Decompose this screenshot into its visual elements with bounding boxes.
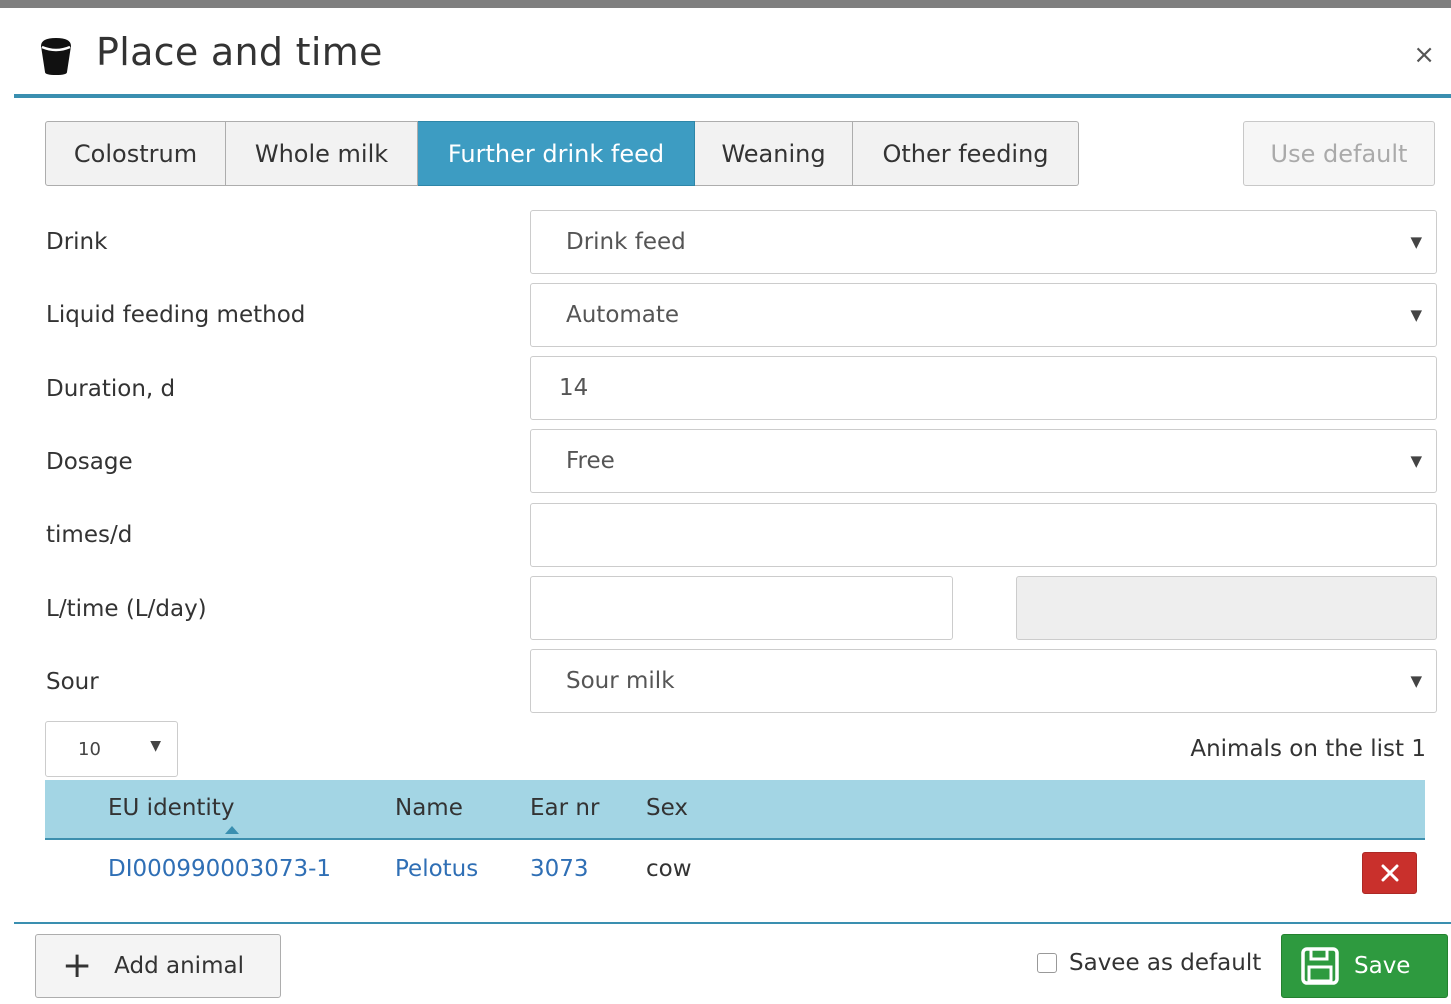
use-default-button[interactable]: Use default xyxy=(1243,121,1435,186)
plus-icon: + xyxy=(62,945,93,986)
times-per-day-input[interactable] xyxy=(530,503,1437,567)
header-divider xyxy=(14,94,1451,98)
table-header: EU identity Name Ear nr Sex xyxy=(45,780,1425,840)
bucket-icon xyxy=(41,38,71,75)
sour-select[interactable]: Sour milk ▼ xyxy=(530,649,1437,713)
save-as-default-label: Savee as default xyxy=(1069,950,1262,976)
column-name[interactable]: Name xyxy=(395,795,463,821)
dosage-label: Dosage xyxy=(46,449,133,475)
caret-down-icon: ▼ xyxy=(150,738,161,754)
save-as-default-option: Savee as default xyxy=(1037,950,1261,976)
tab-weaning[interactable]: Weaning xyxy=(695,121,853,186)
ear-nr-link[interactable]: 3073 xyxy=(530,856,589,882)
tab-whole-milk[interactable]: Whole milk xyxy=(226,121,418,186)
drink-value: Drink feed xyxy=(566,229,686,255)
dialog-title: Place and time xyxy=(96,30,383,74)
sex-cell: cow xyxy=(646,856,692,882)
liquid-method-select[interactable]: Automate ▼ xyxy=(530,283,1437,347)
times-per-day-label: times/d xyxy=(46,522,133,548)
page-length-select[interactable]: 10 ▼ xyxy=(45,721,178,777)
animal-name-link[interactable]: Pelotus xyxy=(395,856,478,882)
tab-further-drink-feed[interactable]: Further drink feed xyxy=(418,121,695,186)
caret-down-icon: ▼ xyxy=(1410,233,1422,251)
duration-value: 14 xyxy=(559,375,589,401)
caret-down-icon: ▼ xyxy=(1410,306,1422,324)
dosage-select[interactable]: Free ▼ xyxy=(530,429,1437,493)
liters-per-time-input[interactable] xyxy=(530,576,953,640)
column-sex[interactable]: Sex xyxy=(646,795,688,821)
caret-down-icon: ▼ xyxy=(1410,672,1422,690)
tab-colostrum[interactable]: Colostrum xyxy=(45,121,226,186)
liquid-method-label: Liquid feeding method xyxy=(46,302,306,328)
liters-label: L/time (L/day) xyxy=(46,596,207,622)
duration-label: Duration, d xyxy=(46,376,176,402)
animals-count: Animals on the list 1 xyxy=(1190,736,1426,762)
dialog-header: Place and time × xyxy=(14,18,1451,94)
save-button[interactable]: Save xyxy=(1281,934,1448,998)
tab-other-feeding[interactable]: Other feeding xyxy=(853,121,1079,186)
drink-select[interactable]: Drink feed ▼ xyxy=(530,210,1437,274)
close-icon[interactable]: × xyxy=(1413,40,1435,70)
feeding-tabs: Colostrum Whole milk Further drink feed … xyxy=(45,121,1079,186)
add-animal-label: Add animal xyxy=(114,953,244,979)
dosage-value: Free xyxy=(566,448,615,474)
liquid-method-value: Automate xyxy=(566,302,680,328)
add-animal-button[interactable]: + Add animal xyxy=(35,934,281,998)
top-border xyxy=(0,0,1451,8)
page-length-value: 10 xyxy=(78,738,101,760)
liters-per-day-readonly xyxy=(1016,576,1437,640)
close-icon xyxy=(1381,864,1398,882)
sort-ascending-icon xyxy=(225,826,239,834)
save-as-default-checkbox[interactable] xyxy=(1037,953,1057,973)
caret-down-icon: ▼ xyxy=(1410,452,1422,470)
floppy-disk-icon xyxy=(1301,947,1339,985)
footer-divider xyxy=(14,922,1451,924)
column-eu-identity[interactable]: EU identity xyxy=(108,795,234,821)
sour-label: Sour xyxy=(46,669,99,695)
drink-label: Drink xyxy=(46,229,108,255)
column-ear-nr[interactable]: Ear nr xyxy=(530,795,599,821)
duration-input[interactable]: 14 xyxy=(530,356,1437,420)
eu-identity-link[interactable]: DI000990003073-1 xyxy=(108,856,331,882)
delete-button[interactable] xyxy=(1362,852,1417,894)
sour-value: Sour milk xyxy=(566,668,675,694)
save-label: Save xyxy=(1354,953,1411,979)
